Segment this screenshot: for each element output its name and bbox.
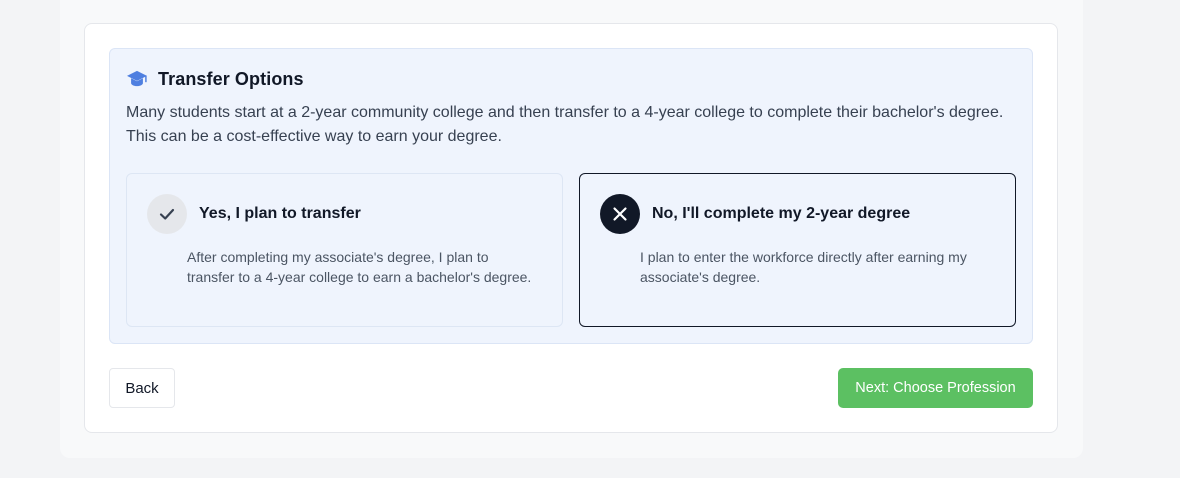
close-icon [600, 194, 640, 234]
option-yes-transfer[interactable]: Yes, I plan to transfer After completing… [126, 173, 563, 327]
check-icon [147, 194, 187, 234]
option-label: Yes, I plan to transfer [199, 205, 361, 222]
panel-description: Many students start at a 2-year communit… [126, 104, 1004, 145]
graduation-cap-icon [126, 68, 148, 90]
option-no-transfer[interactable]: No, I'll complete my 2-year degree I pla… [579, 173, 1016, 327]
panel-header: Transfer Options [126, 68, 304, 90]
next-button[interactable]: Next: Choose Profession [838, 368, 1033, 408]
option-description: I plan to enter the workforce directly a… [640, 249, 967, 285]
panel-title: Transfer Options [158, 68, 304, 89]
option-label: No, I'll complete my 2-year degree [652, 205, 911, 222]
back-button[interactable]: Back [109, 368, 175, 408]
option-description: After completing my associate's degree, … [187, 249, 532, 285]
